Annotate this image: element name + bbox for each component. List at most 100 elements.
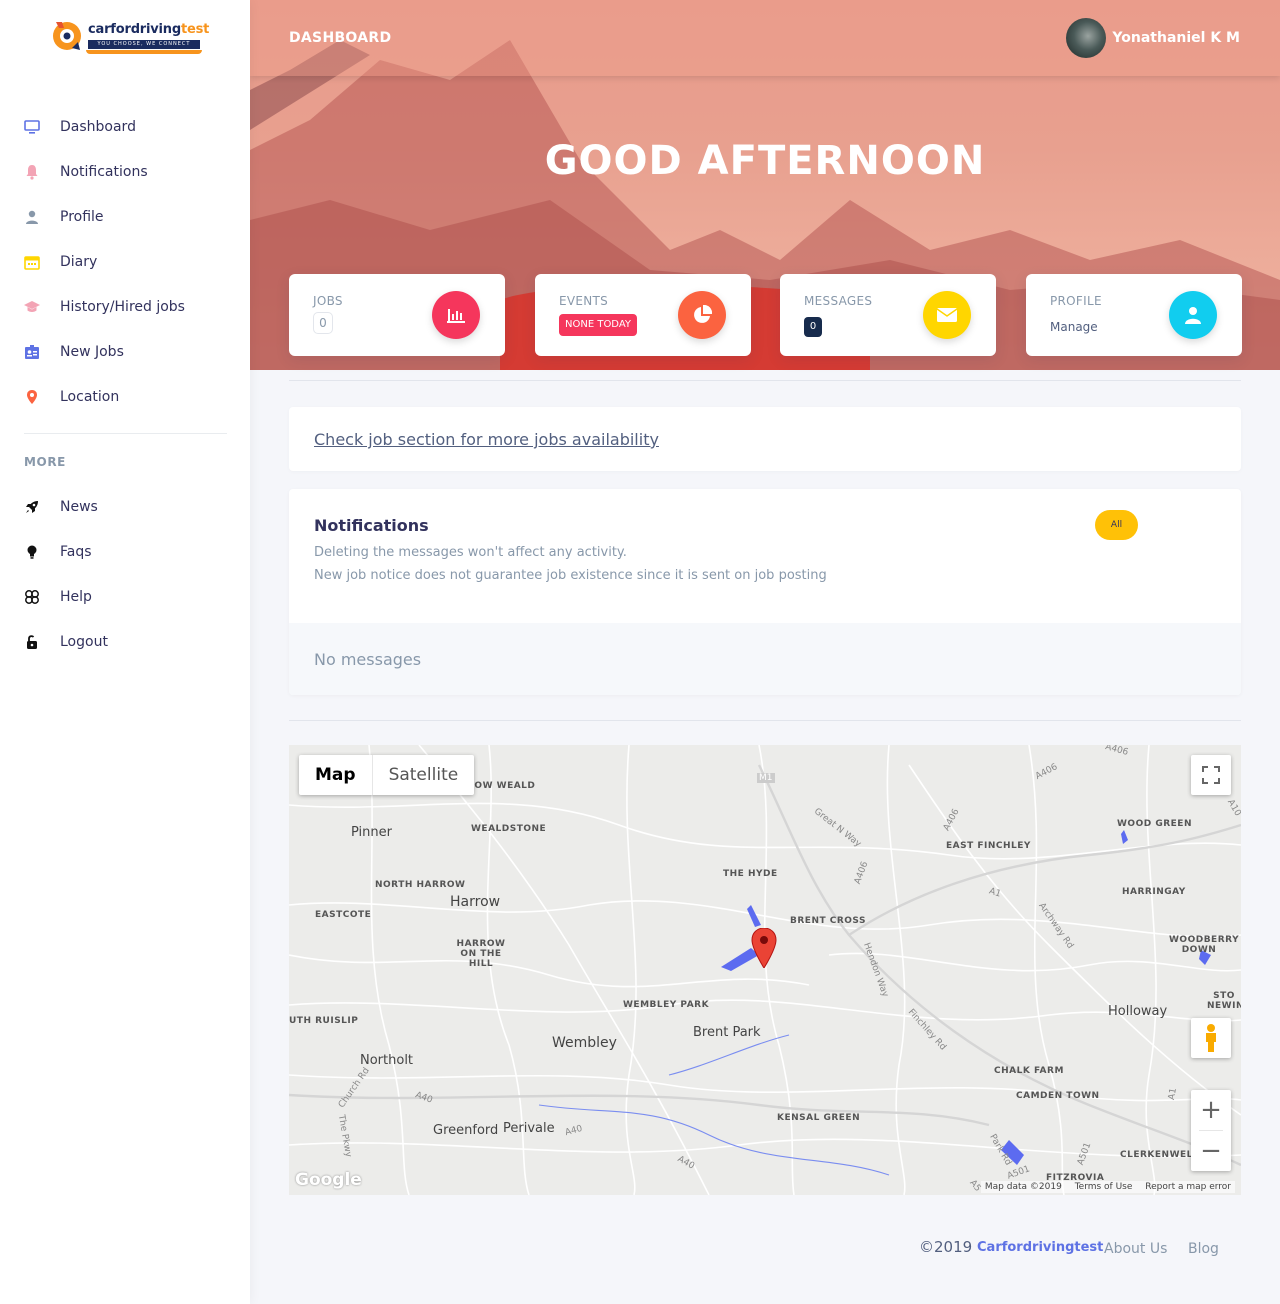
- sidebar-item-label: Faqs: [60, 543, 92, 560]
- stat-card-messages[interactable]: MESSAGES 0: [780, 274, 996, 356]
- sidebar-item-help[interactable]: Help: [0, 574, 250, 619]
- envelope-icon: [923, 291, 971, 339]
- map-district-label: CAMDEN TOWN: [1016, 1091, 1100, 1101]
- notifications-empty-state: No messages: [289, 623, 1241, 695]
- sidebar-item-label: Help: [60, 588, 92, 605]
- footer-about-link[interactable]: About Us: [1104, 1241, 1167, 1257]
- stats-cards: JOBS 0 EVENTS NONE TODAY MESSAGES 0 PROF…: [289, 274, 1242, 356]
- map-type-satellite-button[interactable]: Satellite: [373, 755, 475, 795]
- report-error-link[interactable]: Report a map error: [1145, 1182, 1231, 1192]
- street-view-button[interactable]: [1191, 1018, 1231, 1058]
- sidebar-item-profile[interactable]: Profile: [0, 194, 250, 239]
- calendar-icon: [24, 254, 40, 270]
- sidebar-item-label: Location: [60, 388, 120, 405]
- zoom-out-button[interactable]: −: [1191, 1131, 1231, 1171]
- sidebar-item-news[interactable]: News: [0, 484, 250, 529]
- page-title[interactable]: DASHBOARD: [289, 30, 391, 46]
- sidebar-item-label: Logout: [60, 633, 108, 650]
- sidebar-item-notifications[interactable]: Notifications: [0, 149, 250, 194]
- fullscreen-button[interactable]: [1191, 755, 1231, 795]
- sidebar-item-location[interactable]: Location: [0, 374, 250, 419]
- stat-value: 0: [804, 317, 822, 337]
- pin-icon: [24, 389, 40, 405]
- user-icon: [24, 209, 40, 225]
- sidebar-item-label: Profile: [60, 208, 104, 225]
- top-navbar: DASHBOARD Yonathaniel K M: [250, 0, 1280, 76]
- stat-label: JOBS: [313, 294, 343, 308]
- terms-link[interactable]: Terms of Use: [1075, 1182, 1133, 1192]
- map-district-label: UTH RUISLIP: [289, 1016, 359, 1026]
- pegman-icon: [1206, 1024, 1216, 1052]
- brand-swoosh: [86, 50, 202, 54]
- stat-card-profile[interactable]: PROFILE Manage: [1026, 274, 1242, 356]
- zoom-in-button[interactable]: +: [1191, 1090, 1231, 1130]
- map-type-control: Map Satellite: [299, 755, 475, 795]
- sidebar-item-label: History/Hired jobs: [60, 298, 185, 315]
- map-type-map-button[interactable]: Map: [299, 755, 373, 795]
- sidebar-item-new-jobs[interactable]: New Jobs: [0, 329, 250, 374]
- notification-info-line: New job notice does not guarantee job ex…: [314, 568, 827, 583]
- brand-logo[interactable]: carfordrivingtest YOU CHOOSE, WE CONNECT: [50, 14, 209, 60]
- sidebar-item-logout[interactable]: Logout: [0, 619, 250, 664]
- map-district-label: HARRINGAY: [1122, 887, 1186, 897]
- map-district-label: NORTH HARROW: [375, 880, 466, 890]
- location-map[interactable]: Pinner Harrow Wembley Brent Park Northol…: [289, 745, 1241, 1195]
- map-place-label: Brent Park: [693, 1025, 761, 1040]
- avatar[interactable]: [1066, 18, 1107, 58]
- stat-label: PROFILE: [1050, 294, 1102, 308]
- footer-brand-link[interactable]: Carfordrivingtest: [977, 1240, 1103, 1255]
- sidebar-item-label: Notifications: [60, 163, 148, 180]
- map-place-label: Holloway: [1108, 1004, 1168, 1019]
- sidebar-item-dashboard[interactable]: Dashboard: [0, 104, 250, 149]
- map-district-label: HARROW ON THE HILL: [456, 939, 506, 969]
- chart-pie-icon: [678, 291, 726, 339]
- sidebar-item-diary[interactable]: Diary: [0, 239, 250, 284]
- sidebar-item-label: Diary: [60, 253, 98, 270]
- stat-value: 0: [313, 312, 333, 334]
- sidebar-nav: Dashboard Notifications Profile Diary Hi…: [0, 104, 250, 419]
- jobs-banner: Check job section for more jobs availabi…: [289, 407, 1241, 471]
- map-district-label: WOODBERRY DOWN: [1169, 935, 1240, 955]
- status-badge: NONE TODAY: [559, 314, 638, 336]
- map-attribution: Map data ©2019 Terms of Use Report a map…: [980, 1181, 1235, 1193]
- user-name[interactable]: Yonathaniel K M: [1112, 30, 1240, 46]
- map-road-label: M1: [757, 773, 775, 783]
- rocket-icon: [24, 499, 40, 515]
- section-divider: [289, 720, 1241, 721]
- manage-link[interactable]: Manage: [1050, 320, 1098, 334]
- brand-name: carfordrivingtest: [88, 22, 210, 37]
- map-marker-icon[interactable]: [751, 928, 777, 968]
- map-district-label: WEMBLEY PARK: [623, 1000, 710, 1010]
- footer-copyright: ©2019: [919, 1238, 973, 1256]
- check-jobs-link[interactable]: Check job section for more jobs availabi…: [314, 430, 659, 449]
- map-data-text: Map data ©2019: [984, 1182, 1062, 1192]
- map-district-label: ROW WEALD: [467, 781, 536, 791]
- stat-label: MESSAGES: [804, 294, 873, 308]
- sidebar-item-label: News: [60, 498, 98, 515]
- map-place-label: Pinner: [351, 825, 392, 840]
- brand-tagline: YOU CHOOSE, WE CONNECT: [88, 40, 200, 49]
- sidebar-item-faqs[interactable]: Faqs: [0, 529, 250, 574]
- footer-blog-link[interactable]: Blog: [1188, 1241, 1219, 1257]
- support-icon: [24, 589, 40, 605]
- stat-card-jobs[interactable]: JOBS 0: [289, 274, 505, 356]
- sidebar-divider: [24, 433, 227, 434]
- sidebar: carfordrivingtest YOU CHOOSE, WE CONNECT…: [0, 0, 250, 1304]
- id-card-icon: [24, 344, 40, 360]
- google-logo[interactable]: Google: [295, 1170, 362, 1190]
- user-menu[interactable]: Yonathaniel K M: [1066, 18, 1240, 58]
- bulb-icon: [24, 544, 40, 560]
- stat-label: EVENTS: [559, 294, 609, 308]
- filter-all-button[interactable]: All: [1095, 510, 1138, 540]
- notifications-panel: Notifications All Deleting the messages …: [289, 489, 1241, 695]
- sidebar-section-heading: MORE: [24, 455, 66, 469]
- map-district-label: EAST FINCHLEY: [946, 841, 1031, 851]
- sidebar-item-history[interactable]: History/Hired jobs: [0, 284, 250, 329]
- map-district-label: KENSAL GREEN: [777, 1113, 861, 1123]
- monitor-icon: [24, 119, 40, 135]
- map-district-label: STO NEWIN: [1207, 991, 1241, 1011]
- map-road-label: A1: [1166, 1087, 1179, 1101]
- empty-message: No messages: [314, 650, 422, 669]
- stat-card-events[interactable]: EVENTS NONE TODAY: [535, 274, 751, 356]
- lock-icon: [24, 634, 40, 650]
